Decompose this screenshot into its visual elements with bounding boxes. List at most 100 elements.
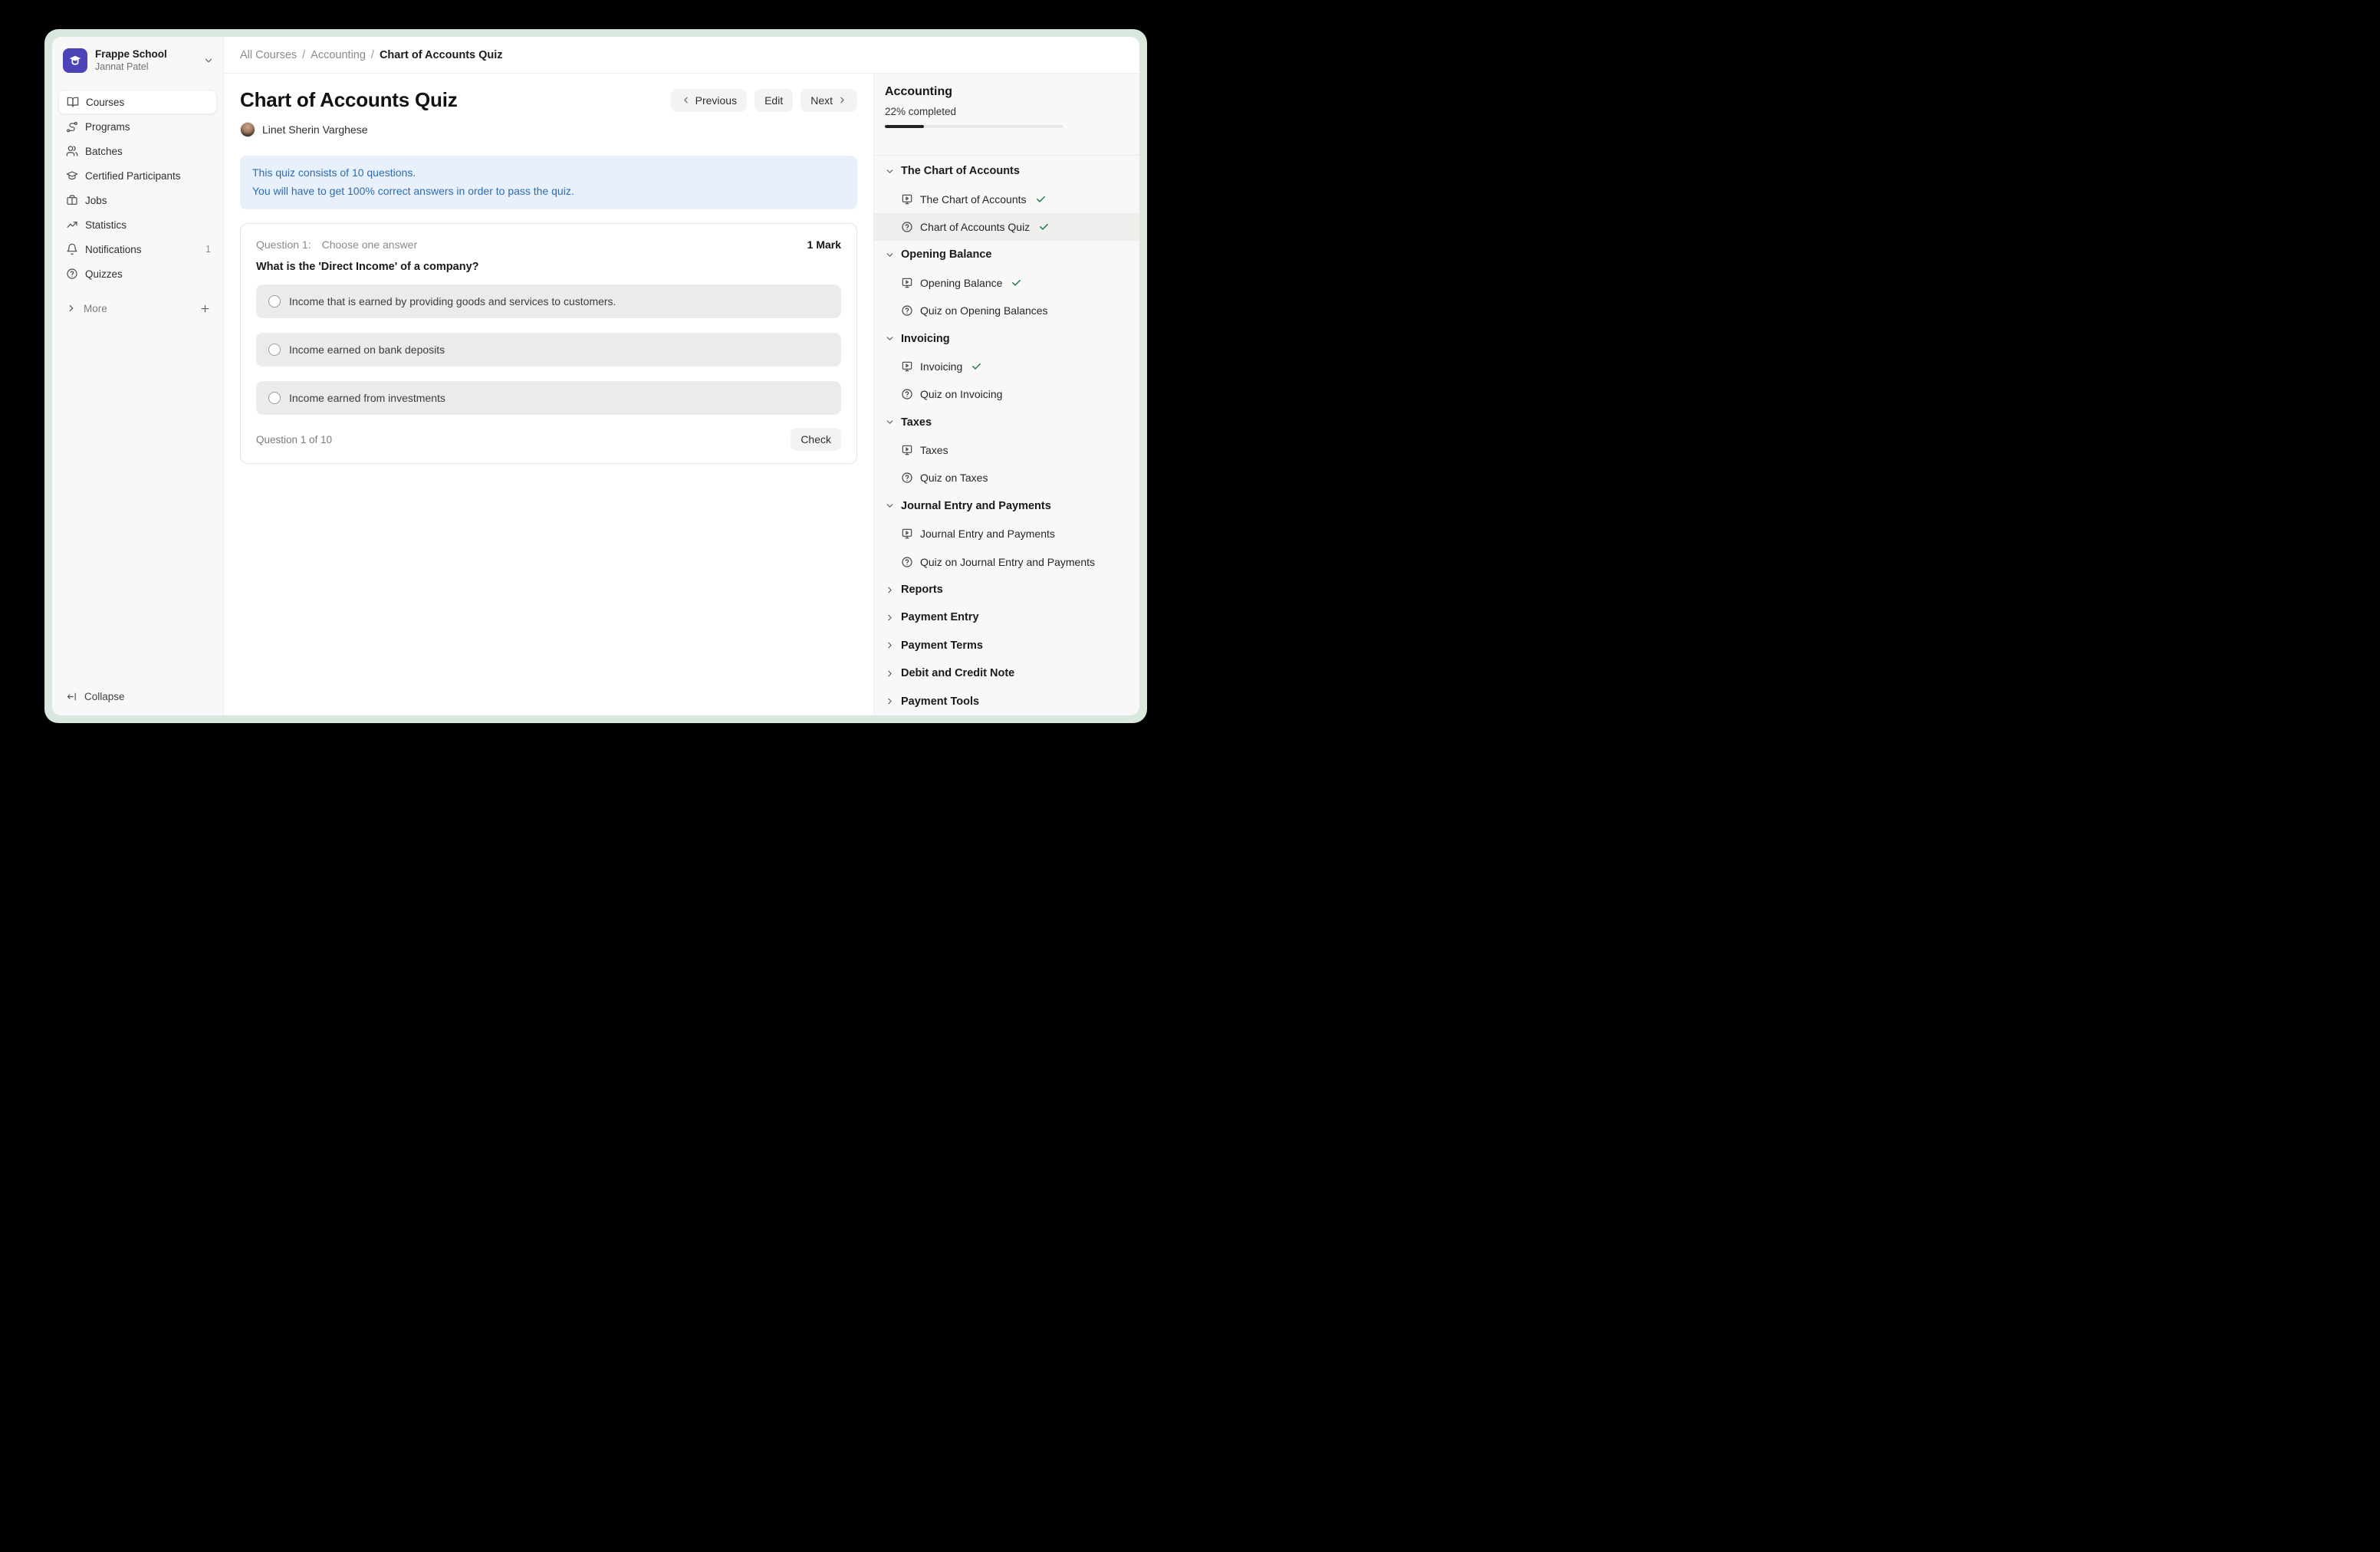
course-panel-header: Accounting 22% completed	[874, 74, 1139, 156]
sidebar-nav: Courses Programs Batches Certified Particip…	[58, 90, 217, 286]
sidebar-item-courses[interactable]: Courses	[58, 90, 217, 114]
sidebar-item-programs[interactable]: Programs	[58, 114, 217, 139]
workspace-switcher[interactable]: Frappe School Jannat Patel	[58, 46, 217, 73]
outline-section-invoicing[interactable]: Invoicing	[874, 324, 1139, 352]
collapse-sidebar-button[interactable]: Collapse	[58, 685, 217, 708]
body-row: Chart of Accounts Quiz Previous Edit	[224, 74, 1139, 715]
answer-option-label: Income earned from investments	[289, 392, 445, 404]
outline-section-debit-and-credit-note[interactable]: Debit and Credit Note	[874, 659, 1139, 687]
sidebar-item-jobs[interactable]: Jobs	[58, 188, 217, 212]
quiz-icon	[901, 221, 913, 233]
outline-item-taxes[interactable]: Taxes	[874, 436, 1139, 464]
outline-item-chart-of-accounts-quiz[interactable]: Chart of Accounts Quiz	[874, 213, 1139, 241]
sidebar-item-quizzes[interactable]: Quizzes	[58, 261, 217, 286]
outline-section-payment-tools[interactable]: Payment Tools	[874, 687, 1139, 715]
radio-button-icon[interactable]	[268, 392, 281, 404]
edit-label: Edit	[764, 94, 783, 107]
sidebar-item-statistics[interactable]: Statistics	[58, 212, 217, 237]
lesson-icon	[901, 193, 913, 206]
lesson-icon	[901, 277, 913, 289]
chevron-left-icon	[681, 95, 691, 105]
outline-item-journal-entry-and-payments[interactable]: Journal Entry and Payments	[874, 520, 1139, 547]
next-button[interactable]: Next	[800, 89, 857, 112]
outline-section-payment-terms[interactable]: Payment Terms	[874, 632, 1139, 659]
chevron-right-icon	[66, 303, 77, 314]
sidebar-item-certified-participants[interactable]: Certified Participants	[58, 163, 217, 188]
author-name: Linet Sherin Varghese	[262, 123, 368, 136]
sidebar-item-label: Programs	[85, 121, 130, 133]
briefcase-icon	[66, 194, 78, 206]
outline-section-journal-entry-and-payments[interactable]: Journal Entry and Payments	[874, 492, 1139, 520]
check-label: Check	[800, 433, 831, 446]
answer-option-1[interactable]: Income that is earned by providing goods…	[256, 284, 841, 318]
sidebar-item-notifications[interactable]: Notifications1	[58, 237, 217, 261]
outline-section-payment-entry[interactable]: Payment Entry	[874, 603, 1139, 631]
outline-item-label: Taxes	[920, 444, 948, 456]
outline-item-opening-balance[interactable]: Opening Balance	[874, 269, 1139, 297]
lesson-icon	[901, 528, 913, 540]
question-progress: Question 1 of 10	[256, 434, 332, 446]
bell-icon	[66, 243, 78, 255]
app-window-frame: Frappe School Jannat Patel Courses Progra…	[44, 29, 1147, 723]
answer-option-label: Income that is earned by providing goods…	[289, 295, 616, 307]
lesson-icon	[901, 444, 913, 456]
outline-item-quiz-on-taxes[interactable]: Quiz on Taxes	[874, 464, 1139, 492]
previous-label: Previous	[695, 94, 737, 107]
sidebar-bottom: Collapse	[58, 685, 217, 708]
sidebar-item-label: Statistics	[85, 219, 127, 231]
previous-button[interactable]: Previous	[671, 89, 747, 112]
check-button[interactable]: Check	[791, 428, 841, 451]
outline-section-title: Debit and Credit Note	[901, 667, 1014, 679]
plus-icon[interactable]	[199, 303, 211, 314]
question-footer: Question 1 of 10 Check	[256, 428, 841, 451]
sidebar-item-batches[interactable]: Batches	[58, 139, 217, 163]
breadcrumb: All Courses/Accounting/Chart of Accounts…	[240, 49, 503, 61]
outline-item-label: Quiz on Opening Balances	[920, 304, 1048, 317]
answer-option-2[interactable]: Income earned on bank deposits	[256, 333, 841, 367]
sidebar-item-label: Batches	[85, 146, 123, 157]
outline-item-label: Journal Entry and Payments	[920, 528, 1055, 540]
top-bar: All Courses/Accounting/Chart of Accounts…	[224, 37, 1139, 74]
outline-item-label: Invoicing	[920, 360, 962, 373]
sidebar-item-more[interactable]: More	[58, 296, 217, 321]
outline-section-title: Payment Tools	[901, 695, 979, 708]
chevron-right-icon	[885, 669, 895, 679]
outline-section-taxes[interactable]: Taxes	[874, 409, 1139, 436]
outline-item-label: Quiz on Taxes	[920, 472, 988, 484]
outline-section-the-chart-of-accounts[interactable]: The Chart of Accounts	[874, 157, 1139, 185]
title-row: Chart of Accounts Quiz Previous Edit	[240, 88, 857, 112]
edit-button[interactable]: Edit	[754, 89, 793, 112]
outline-section-title: Opening Balance	[901, 248, 991, 261]
breadcrumb-accounting[interactable]: Accounting	[311, 49, 366, 61]
outline-section-opening-balance[interactable]: Opening Balance	[874, 241, 1139, 268]
radio-button-icon[interactable]	[268, 295, 281, 307]
outline-section-title: The Chart of Accounts	[901, 165, 1020, 177]
question-marks: 1 Mark	[807, 238, 841, 251]
question-card: Question 1: Choose one answer 1 Mark Wha…	[240, 223, 857, 464]
graduation-cap-icon	[66, 169, 78, 182]
workspace-title: Frappe School	[95, 48, 196, 61]
outline-item-quiz-on-invoicing[interactable]: Quiz on Invoicing	[874, 380, 1139, 408]
chevron-down-icon	[885, 166, 895, 176]
course-progress-fill	[885, 125, 924, 128]
radio-button-icon[interactable]	[268, 344, 281, 356]
chevron-right-icon	[837, 95, 847, 105]
breadcrumb-all-courses[interactable]: All Courses	[240, 49, 297, 61]
frappe-school-logo-icon	[63, 48, 87, 73]
outline-item-quiz-on-opening-balances[interactable]: Quiz on Opening Balances	[874, 297, 1139, 324]
outline-item-the-chart-of-accounts[interactable]: The Chart of Accounts	[874, 185, 1139, 212]
chevron-down-icon	[885, 501, 895, 511]
outline-item-quiz-on-journal-entry-and-payments[interactable]: Quiz on Journal Entry and Payments	[874, 547, 1139, 575]
question-instruction: Choose one answer	[322, 238, 418, 251]
quiz-icon	[901, 472, 913, 484]
flow-icon	[66, 120, 78, 133]
book-open-icon	[67, 96, 79, 108]
sidebar-item-label: Courses	[86, 97, 124, 108]
outline-section-reports[interactable]: Reports	[874, 576, 1139, 603]
course-title: Accounting	[885, 85, 1127, 99]
outline-item-invoicing[interactable]: Invoicing	[874, 353, 1139, 380]
chevron-down-icon	[203, 55, 214, 66]
answer-option-3[interactable]: Income earned from investments	[256, 381, 841, 415]
quiz-icon	[901, 388, 913, 400]
quiz-icon	[901, 556, 913, 568]
